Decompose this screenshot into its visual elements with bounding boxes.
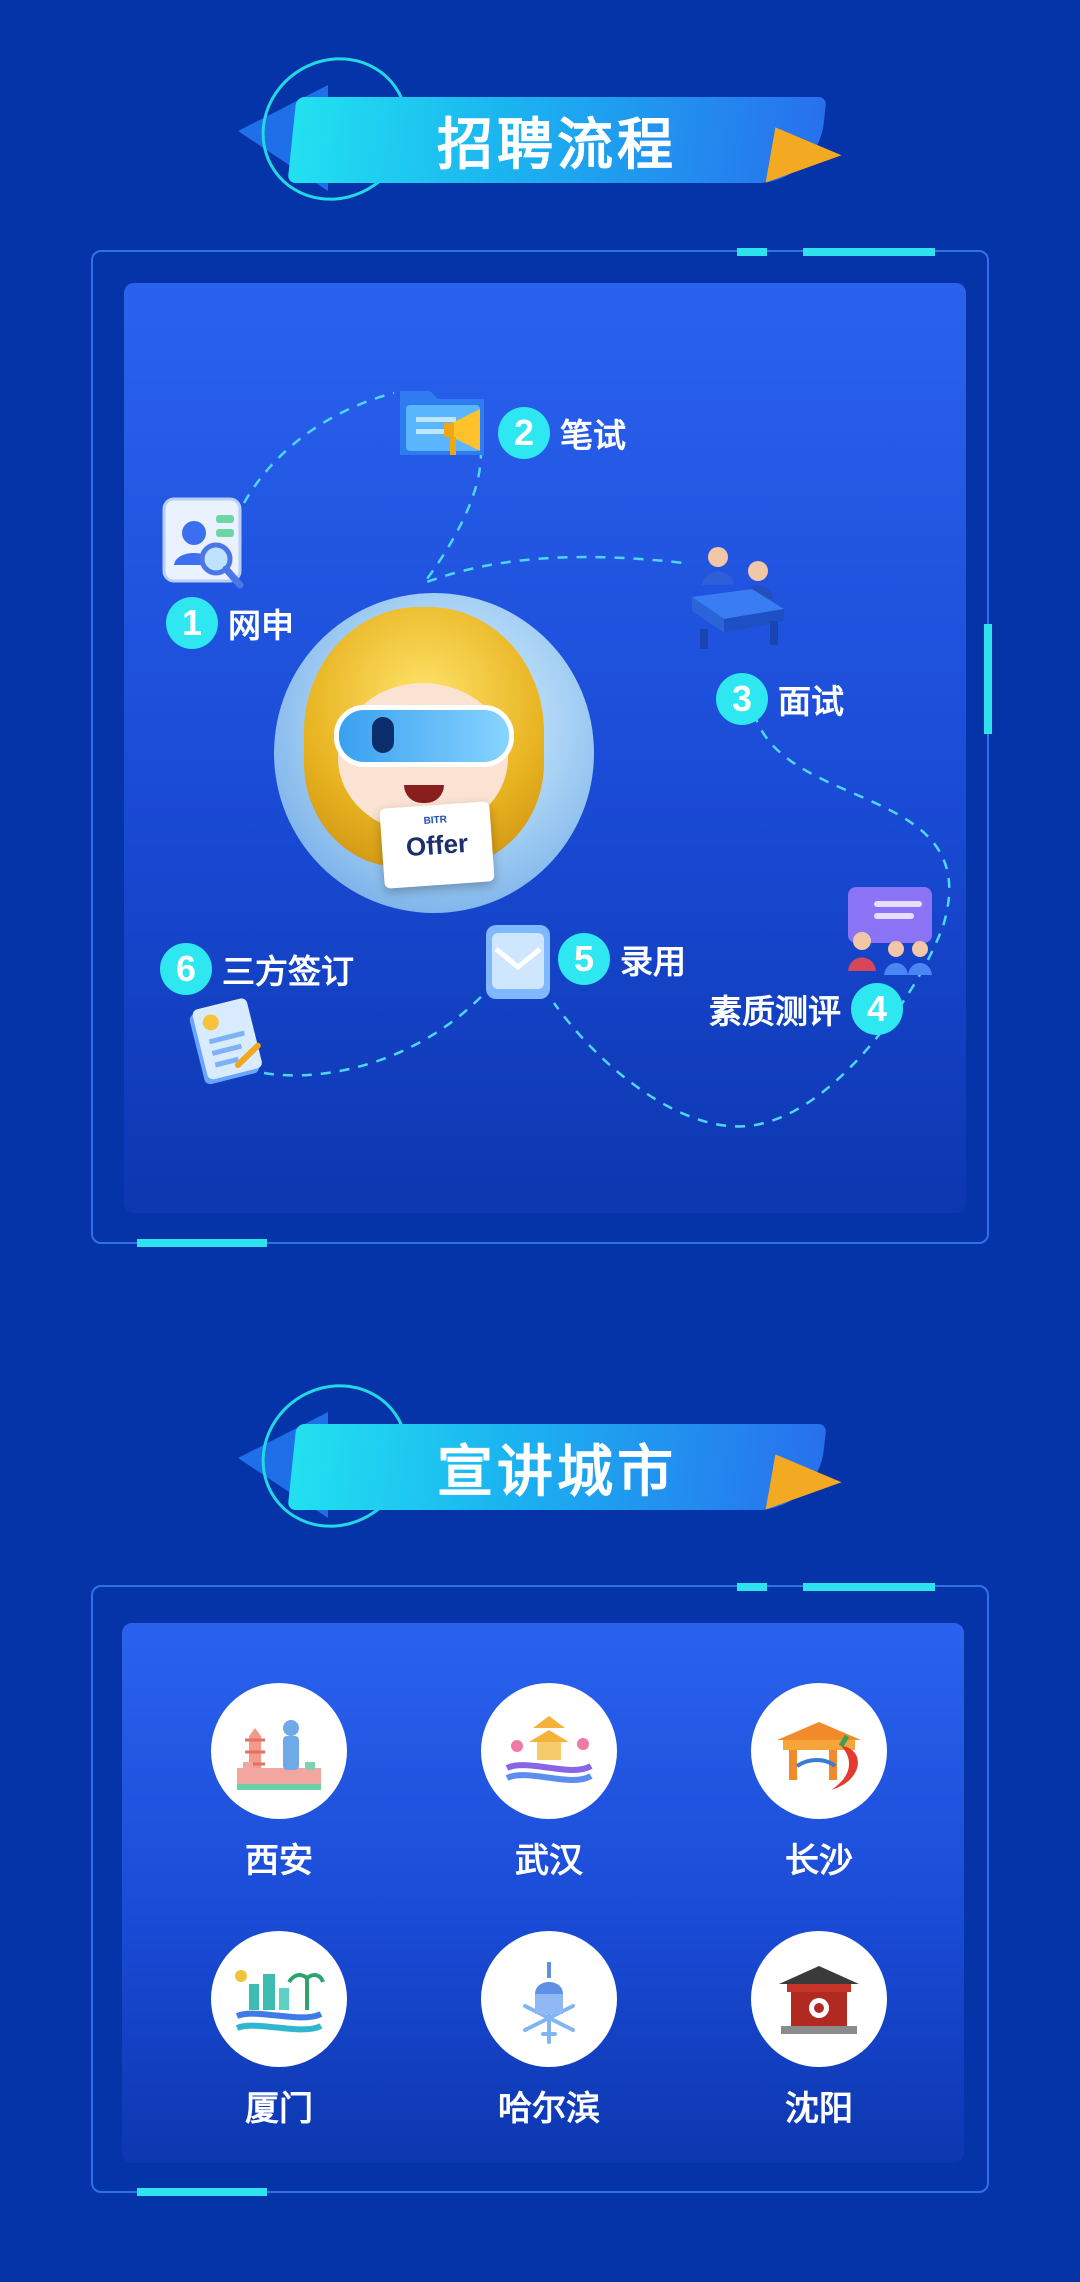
mascot-visor [334, 705, 514, 767]
profile-search-icon [160, 495, 248, 591]
step-6: 6 三方签订 [160, 943, 354, 995]
process-section-title: 招聘流程 [437, 112, 677, 176]
step-2-number: 2 [498, 407, 550, 459]
process-frame: BITR Offer 1 网申 2 笔试 3 面试 素质测评 4 5 录用 6 … [91, 248, 992, 1247]
frame-deco [984, 624, 992, 734]
city-item-harbin: 哈尔滨 [449, 1931, 649, 2130]
city-name-harbin: 哈尔滨 [498, 2090, 600, 2128]
wuhan-tower-icon [481, 1683, 617, 1819]
process-banner: 招聘流程 [230, 28, 850, 230]
step-6-label: 三方签订 [222, 953, 354, 990]
step-4: 素质测评 4 [709, 983, 903, 1035]
mascot-avatar: BITR Offer [274, 593, 594, 913]
frame-deco [137, 2188, 267, 2196]
folder-megaphone-icon [396, 379, 496, 467]
city-item-xiamen: 厦门 [179, 1931, 379, 2130]
city-item-shenyang: 沈阳 [719, 1931, 919, 2130]
step-1: 1 网申 [166, 597, 294, 649]
city-name-changsha: 长沙 [785, 1842, 853, 1880]
changsha-pepper-icon [751, 1683, 887, 1819]
frame-deco [737, 1583, 767, 1591]
xian-landmark-icon [211, 1683, 347, 1819]
frame-deco [137, 1239, 267, 1247]
city-item-wuhan: 武汉 [449, 1683, 649, 1882]
offer-card: BITR Offer [379, 801, 495, 889]
step-1-label: 网申 [228, 607, 294, 644]
step-6-number: 6 [160, 943, 212, 995]
city-item-changsha: 长沙 [719, 1683, 919, 1882]
frame-deco [803, 248, 935, 256]
frame-deco [803, 1583, 935, 1591]
cities-frame: 西安 武汉 长沙 厦门 哈尔滨 沈阳 [91, 1583, 989, 2196]
step-5: 5 录用 [558, 933, 686, 985]
paper-plane-icon [765, 1454, 845, 1522]
step-4-number: 4 [851, 983, 903, 1035]
frame-deco [737, 248, 767, 256]
city-item-xian: 西安 [179, 1683, 379, 1882]
paper-plane-icon [765, 127, 845, 195]
city-name-shenyang: 沈阳 [785, 2090, 853, 2128]
harbin-snowflake-icon [481, 1931, 617, 2067]
xiamen-coast-icon [211, 1931, 347, 2067]
cities-panel: 西安 武汉 长沙 厦门 哈尔滨 沈阳 [122, 1623, 964, 2163]
mascot-eye [372, 717, 394, 753]
process-panel: BITR Offer 1 网申 2 笔试 3 面试 素质测评 4 5 录用 6 … [124, 283, 966, 1213]
cities-section-title: 宣讲城市 [437, 1439, 677, 1503]
step-5-label: 录用 [620, 943, 686, 980]
interview-desk-icon [686, 541, 790, 651]
step-2-label: 笔试 [560, 417, 626, 454]
envelope-icon [482, 919, 554, 1003]
step-3: 3 面试 [716, 673, 844, 725]
step-1-number: 1 [166, 597, 218, 649]
step-5-number: 5 [558, 933, 610, 985]
shenyang-palace-icon [751, 1931, 887, 2067]
cities-banner: 宣讲城市 [230, 1355, 850, 1557]
city-name-xiamen: 厦门 [245, 2090, 313, 2128]
offer-card-text: Offer [404, 827, 470, 863]
assessment-board-icon [844, 883, 936, 975]
step-2: 2 笔试 [498, 407, 626, 459]
city-name-wuhan: 武汉 [515, 1842, 583, 1880]
step-3-number: 3 [716, 673, 768, 725]
city-name-xian: 西安 [245, 1842, 313, 1880]
step-3-label: 面试 [778, 683, 844, 720]
contract-document-icon [182, 997, 272, 1087]
step-4-label: 素质测评 [709, 993, 841, 1030]
